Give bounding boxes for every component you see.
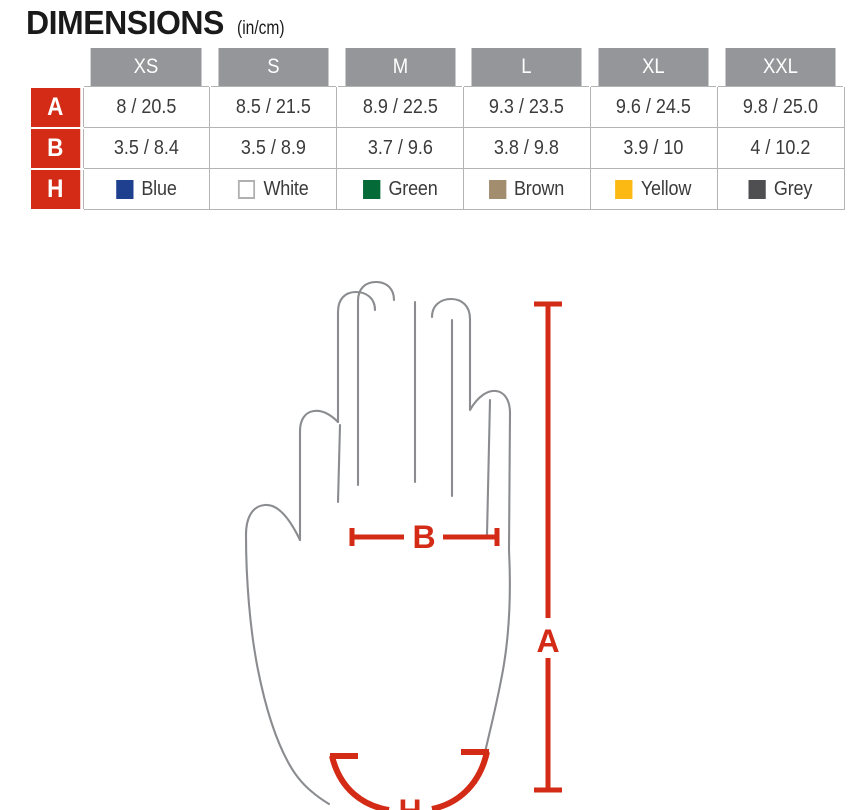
color-name-green: Green — [388, 177, 438, 200]
row-header-h: H — [30, 167, 81, 211]
column-header-m: M — [343, 48, 457, 87]
color-option-grey: Grey — [724, 178, 837, 201]
color-option-blue: Blue — [90, 178, 203, 201]
measurement-a-label: A — [536, 623, 559, 659]
row-header-a: A — [30, 85, 81, 129]
hand-outline-illustration — [244, 280, 512, 806]
size-chart-table: XS S M L XL XXL A 8 / 20.5 8.5 / 21.5 8.… — [28, 48, 845, 211]
color-swatch-blue — [116, 179, 134, 199]
cell-b-xl: 3.9 / 10 — [596, 127, 712, 169]
color-swatch-yellow — [615, 179, 634, 199]
color-swatch-green — [362, 179, 380, 199]
cell-b-xxl: 4 / 10.2 — [723, 127, 839, 169]
measurement-b-label: B — [412, 519, 435, 555]
measurement-h-arc-left — [329, 755, 390, 810]
color-swatch-white — [238, 179, 256, 199]
table-row: B 3.5 / 8.4 3.5 / 8.9 3.7 / 9.6 3.8 / 9.… — [28, 126, 844, 170]
color-name-blue: Blue — [141, 177, 177, 200]
cell-a-m: 8.9 / 22.5 — [342, 86, 458, 128]
table-header-row: XS S M L XL XXL — [28, 48, 844, 87]
cell-a-xxl: 9.8 / 25.0 — [723, 86, 839, 128]
cell-h-s: White — [215, 168, 331, 210]
cell-a-xs: 8 / 20.5 — [88, 86, 204, 128]
page-title-units: (in/cm) — [237, 18, 285, 39]
cell-h-xl: Yellow — [596, 168, 712, 210]
table-row: A 8 / 20.5 8.5 / 21.5 8.9 / 22.5 9.3 / 2… — [28, 85, 844, 129]
color-option-yellow: Yellow — [597, 178, 710, 201]
cell-a-l: 9.3 / 23.5 — [469, 86, 585, 128]
color-option-white: White — [217, 178, 330, 201]
cell-b-l: 3.8 / 9.8 — [469, 127, 585, 169]
cell-h-xxl: Grey — [723, 168, 839, 210]
cell-a-s: 8.5 / 21.5 — [215, 86, 331, 128]
cell-b-m: 3.7 / 9.6 — [342, 127, 458, 169]
cell-b-xs: 3.5 / 8.4 — [88, 127, 204, 169]
column-header-xl: XL — [597, 48, 711, 87]
color-swatch-grey — [748, 179, 766, 199]
color-name-brown: Brown — [514, 177, 565, 200]
column-header-s: S — [216, 48, 330, 87]
color-option-brown: Brown — [470, 178, 583, 201]
table-corner-cell — [28, 48, 83, 87]
row-header-b: B — [30, 126, 81, 170]
measurement-h-arc-right — [431, 751, 490, 810]
glove-measurement-diagram: B A H — [0, 250, 850, 810]
color-name-yellow: Yellow — [641, 177, 692, 200]
color-name-grey: Grey — [774, 177, 813, 200]
cell-h-m: Green — [342, 168, 458, 210]
column-header-xs: XS — [90, 48, 204, 87]
page-title: DIMENSIONS (in/cm) — [26, 4, 295, 42]
measurement-h-label: H — [398, 793, 421, 810]
measurement-a — [534, 301, 562, 793]
cell-h-l: Brown — [469, 168, 585, 210]
table-row: H Blue White Green Brown Yellow Grey — [28, 167, 844, 211]
color-name-white: White — [263, 177, 309, 200]
page-title-main: DIMENSIONS — [26, 4, 224, 41]
cell-a-xl: 9.6 / 24.5 — [596, 86, 712, 128]
column-header-xxl: XXL — [723, 48, 838, 87]
cell-b-s: 3.5 / 8.9 — [215, 127, 331, 169]
cell-h-xs: Blue — [88, 168, 204, 210]
color-option-green: Green — [343, 178, 456, 201]
color-swatch-brown — [489, 179, 507, 199]
column-header-l: L — [470, 48, 584, 87]
